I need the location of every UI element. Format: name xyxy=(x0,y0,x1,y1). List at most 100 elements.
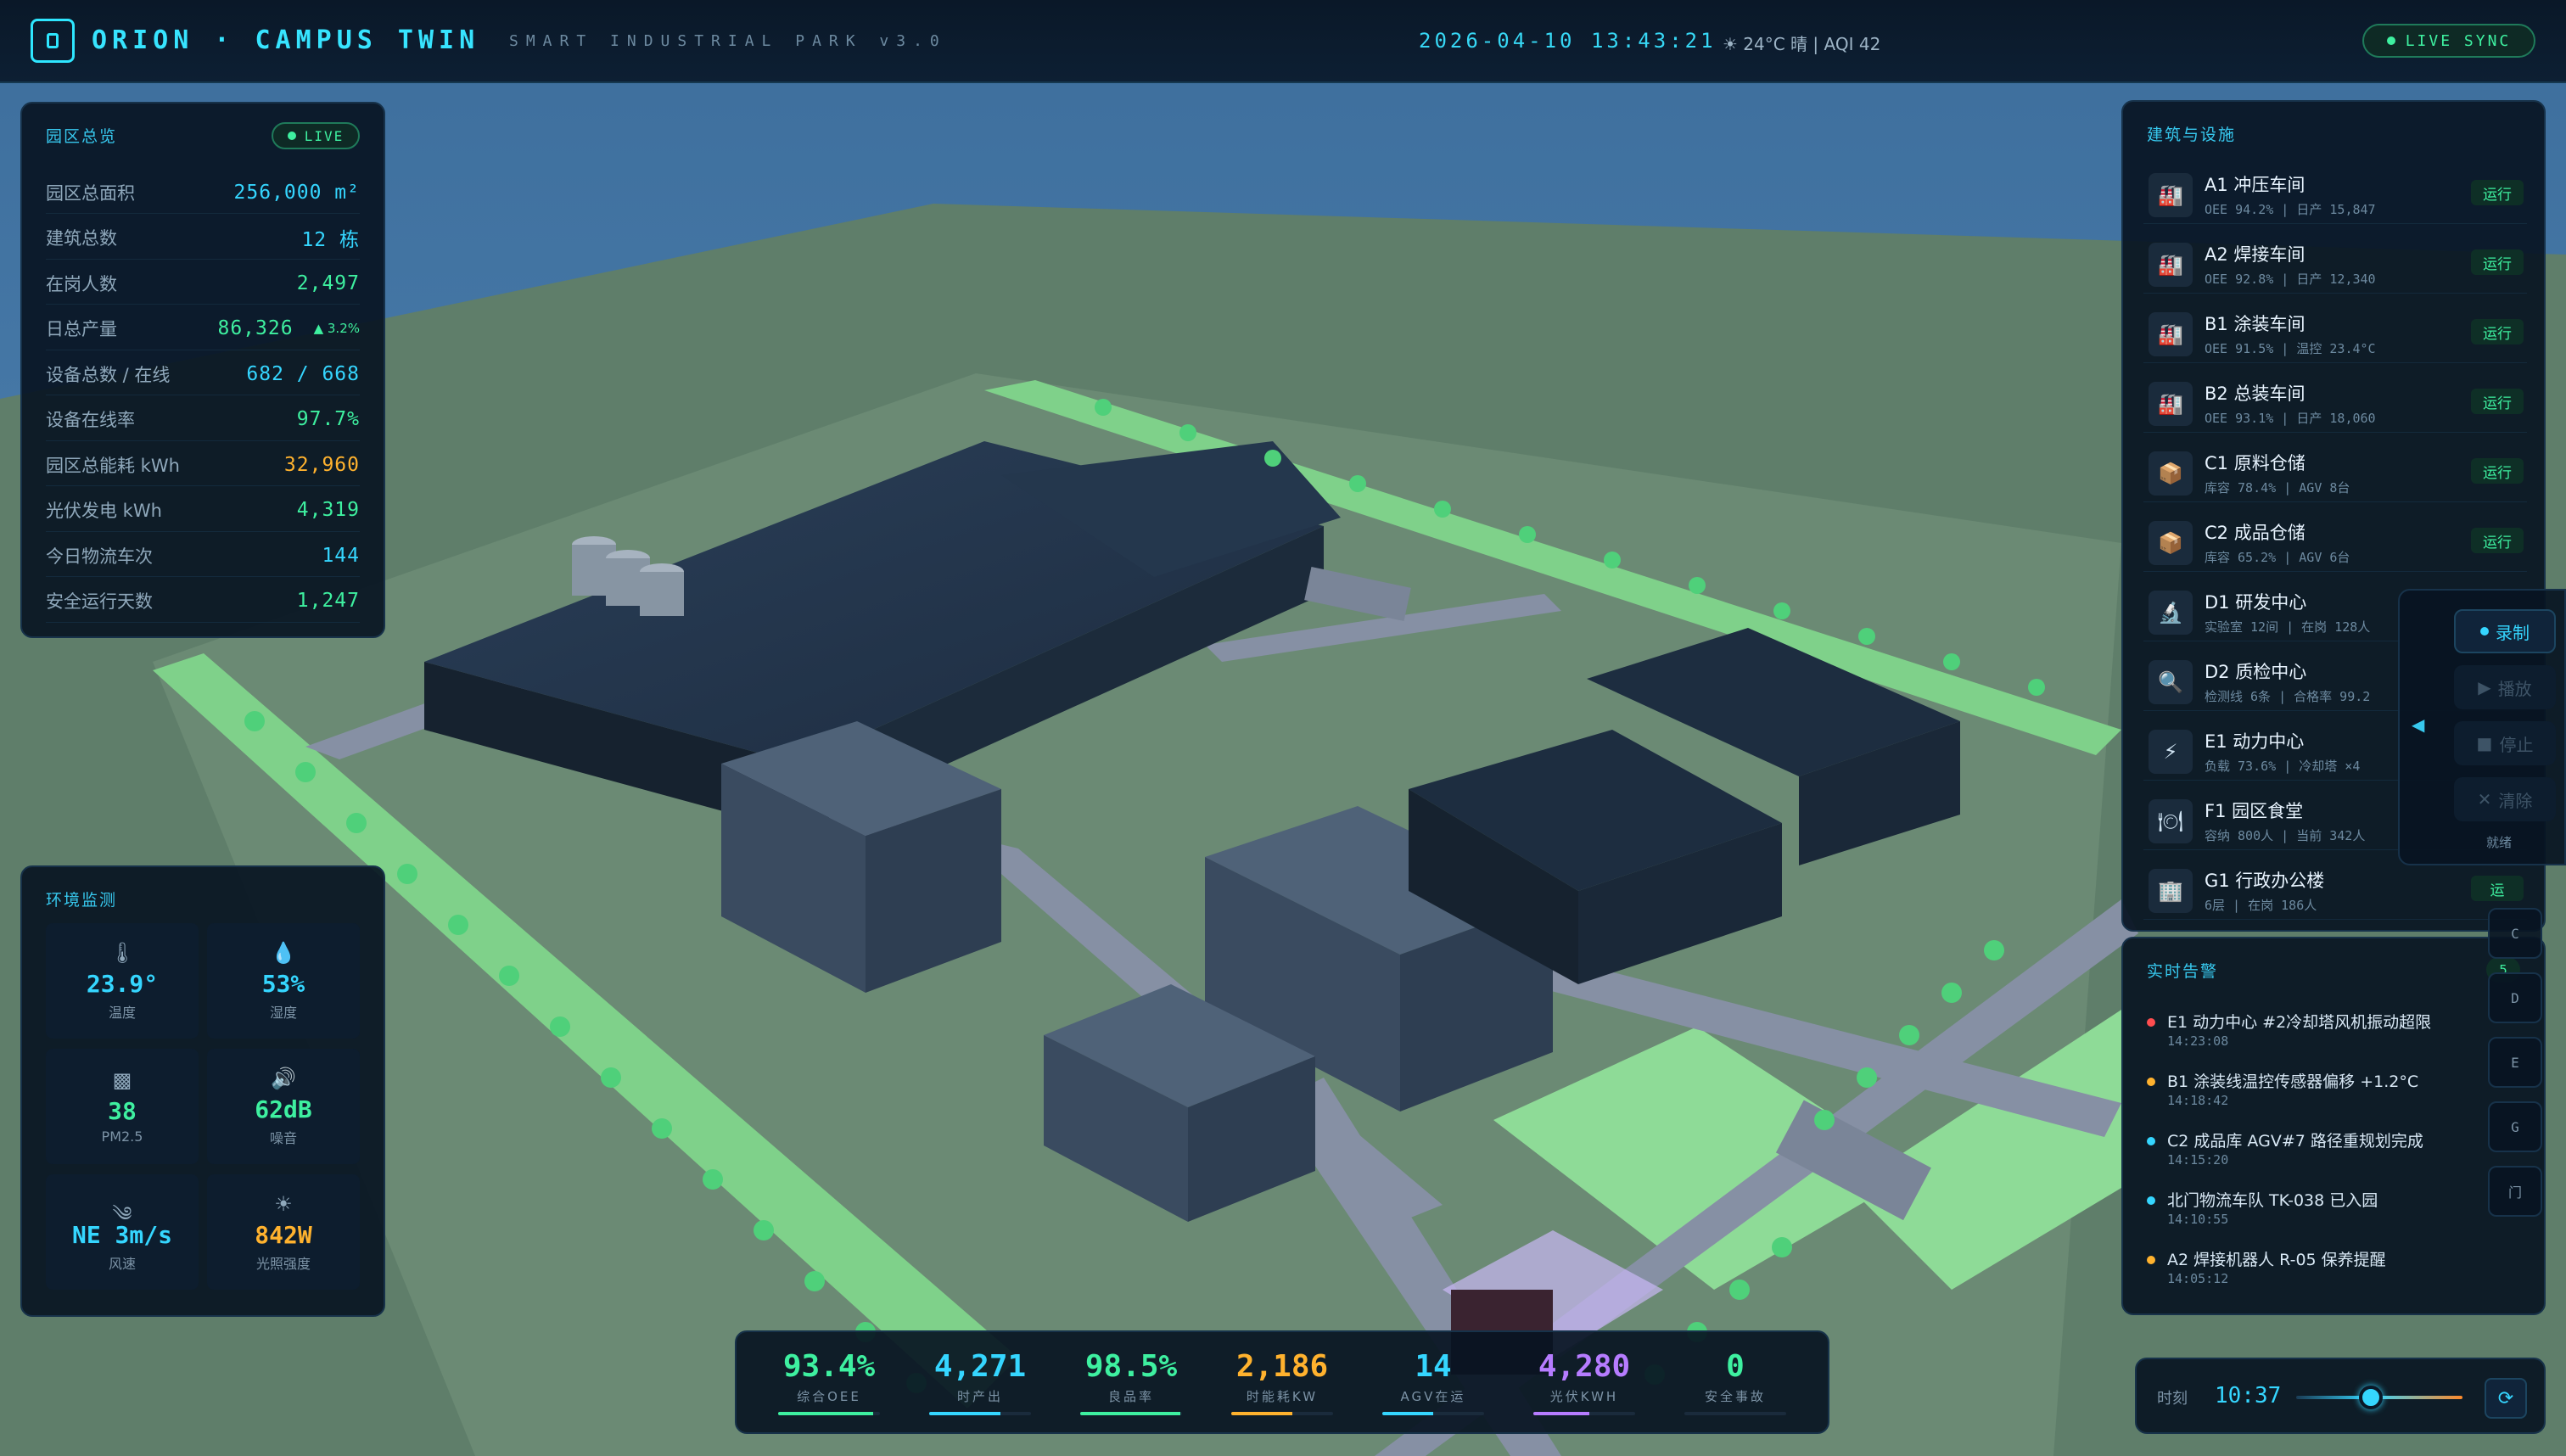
env-metric-value: 53% xyxy=(261,969,305,998)
overview-panel: 园区总览 LIVE 园区总面积 256,000 m² 建筑总数 12 栋在岗人数 2,4… xyxy=(20,102,385,638)
collapse-arrow-icon[interactable]: ◀ xyxy=(2412,714,2430,740)
time-slider-thumb[interactable] xyxy=(2359,1386,2384,1409)
env-metric-label: 噪音 xyxy=(269,1129,297,1146)
play-button[interactable]: ▶ 播放 xyxy=(2454,665,2556,709)
stop-button[interactable]: ■ 停止 xyxy=(2454,721,2556,765)
floor-tab[interactable]: D xyxy=(2488,972,2542,1023)
logo-icon xyxy=(31,19,75,63)
floor-tab[interactable]: 门 xyxy=(2488,1166,2542,1217)
building-metrics: 库容 65.2% | AGV 6台 xyxy=(2205,550,2350,565)
alert-level-dot-icon xyxy=(2147,1078,2155,1086)
kpi-item: 14 AGV在运 xyxy=(1365,1349,1501,1415)
alert-message: B1 涂装线温控传感器偏移 +1.2°C xyxy=(2167,1072,2419,1091)
building-metrics: OEE 93.1% | 日产 18,060 xyxy=(2205,411,2376,426)
refresh-icon: ⟳ xyxy=(2497,1387,2514,1409)
kpi-item: 98.5% 良品率 xyxy=(1063,1349,1199,1415)
clear-button[interactable]: ✕ 清除 xyxy=(2454,777,2556,821)
building-metrics: 负载 73.6% | 冷却塔 ×4 xyxy=(2205,759,2361,774)
stop-icon: ■ xyxy=(2476,733,2493,753)
kpi-bar: 93.4% 综合OEE 4,271 时产出 98.5% 良品率 2,186 时能… xyxy=(735,1330,1829,1434)
alert-item[interactable]: C2 成品库 AGV#7 路径重规划完成 14:15:20 xyxy=(2143,1128,2527,1188)
clear-icon: ✕ xyxy=(2477,789,2492,809)
env-metric-value: 62dB xyxy=(255,1095,312,1123)
building-list-item[interactable]: 🏭 A2 焊接车间 OEE 92.8% | 日产 12,340 运行 xyxy=(2143,229,2527,294)
alert-item[interactable]: E1 动力中心 #2冷却塔风机振动超限 14:23:08 xyxy=(2143,1010,2527,1069)
floor-tab[interactable]: E xyxy=(2488,1037,2542,1088)
reset-time-button[interactable]: ⟳ xyxy=(2485,1378,2527,1419)
kpi-progress-fill xyxy=(1080,1412,1180,1415)
building-status-badge: 运行 xyxy=(2471,249,2524,275)
building-metrics: 检测线 6条 | 合格率 99.2 xyxy=(2205,689,2371,704)
building-name: A1 冲压车间 xyxy=(2205,175,2305,195)
overview-row: 日总产量 86,326 ▲ 3.2% xyxy=(46,308,360,350)
alert-item[interactable]: 北门物流车队 TK-038 已入园 14:10:55 xyxy=(2143,1188,2527,1247)
wind-icon: ༄ xyxy=(112,1201,132,1226)
kpi-progress-bar xyxy=(1382,1412,1484,1415)
overview-row: 在岗人数 2,497 xyxy=(46,262,360,305)
kpi-progress-bar xyxy=(778,1412,880,1415)
floor-tab[interactable]: C xyxy=(2488,908,2542,959)
overview-row-value: 1,247 xyxy=(296,590,360,612)
kpi-progress-bar xyxy=(1231,1412,1333,1415)
building-status-badge: 运行 xyxy=(2471,458,2524,484)
kpi-progress-fill xyxy=(929,1412,1000,1415)
kpi-label: 综合OEE xyxy=(797,1389,861,1404)
building-name: C2 成品仓储 xyxy=(2205,523,2305,543)
alerts-panel: 实时告警 5 E1 动力中心 #2冷却塔风机振动超限 14:23:08 B1 涂… xyxy=(2121,937,2546,1315)
overview-row-label: 光伏发电 kWh xyxy=(46,501,162,521)
overview-row-value: 144 xyxy=(322,544,360,567)
overview-row-label: 设备总数 / 在线 xyxy=(46,364,171,385)
building-name: C1 原料仓储 xyxy=(2205,453,2305,473)
env-metric-card: 🌡 23.9° 温度 xyxy=(46,923,199,1039)
kpi-label: 时能耗KW xyxy=(1246,1389,1319,1404)
overview-row-label: 设备在线率 xyxy=(46,410,135,430)
env-metric-label: PM2.5 xyxy=(101,1128,143,1145)
overview-row-value: 4,319 xyxy=(296,499,360,521)
building-list-item[interactable]: 🏭 B1 涂装车间 OEE 91.5% | 温控 23.4°C 运行 xyxy=(2143,299,2527,363)
overview-row: 设备在线率 97.7% xyxy=(46,399,360,441)
play-label: 播放 xyxy=(2497,678,2532,699)
env-metric-card: 🔊 62dB 噪音 xyxy=(207,1049,360,1164)
env-metric-value: 842W xyxy=(255,1220,312,1249)
overview-row-label: 今日物流车次 xyxy=(46,546,153,567)
alert-item[interactable]: A2 焊接机器人 R-05 保养提醒 14:05:12 xyxy=(2143,1247,2527,1307)
record-button[interactable]: 录制 xyxy=(2454,609,2556,653)
overview-live-badge: LIVE xyxy=(272,122,360,149)
kpi-value: 14 xyxy=(1415,1349,1452,1384)
kpi-value: 0 xyxy=(1726,1349,1745,1384)
live-dot-icon xyxy=(287,132,296,140)
kpi-label: 良品率 xyxy=(1107,1389,1154,1404)
kpi-item: 93.4% 综合OEE xyxy=(761,1349,897,1415)
env-metric-label: 风速 xyxy=(108,1255,136,1272)
env-metric-card: 💧 53% 湿度 xyxy=(207,923,360,1039)
buildings-title: 建筑与设施 xyxy=(2147,126,2237,144)
humidity-icon: 💧 xyxy=(271,940,296,965)
live-sync-badge[interactable]: LIVE SYNC xyxy=(2362,24,2535,58)
building-list-item[interactable]: 📦 C2 成品仓储 库容 65.2% | AGV 6台 运行 xyxy=(2143,507,2527,572)
building-metrics: OEE 92.8% | 日产 12,340 xyxy=(2205,272,2376,287)
building-list-item[interactable]: 🏭 A1 冲压车间 OEE 94.2% | 日产 15,847 运行 xyxy=(2143,160,2527,224)
alert-level-dot-icon xyxy=(2147,1137,2155,1145)
building-list-item[interactable]: 🏭 B2 总装车间 OEE 93.1% | 日产 18,060 运行 xyxy=(2143,368,2527,433)
time-label: 时刻 xyxy=(2157,1390,2188,1408)
kpi-value: 4,271 xyxy=(933,1349,1027,1384)
building-metrics: OEE 91.5% | 温控 23.4°C xyxy=(2205,341,2376,356)
environment-panel: 环境监测 🌡 23.9° 温度 💧 53% 湿度 ▩ 38 PM2.5 🔊 62… xyxy=(20,865,385,1317)
sun-icon: ☀ xyxy=(274,1191,293,1216)
building-name: F1 园区食堂 xyxy=(2205,801,2304,821)
overview-row-label: 在岗人数 xyxy=(46,273,117,294)
env-metric-value: 23.9° xyxy=(86,969,159,998)
factory-icon: 🏭 xyxy=(2149,173,2193,217)
alert-level-dot-icon xyxy=(2147,1196,2155,1205)
alert-time: 14:10:55 xyxy=(2167,1212,2229,1227)
building-list-item[interactable]: 📦 C1 原料仓储 库容 78.4% | AGV 8台 运行 xyxy=(2143,438,2527,502)
play-icon: ▶ xyxy=(2478,677,2491,697)
kpi-label: AGV在运 xyxy=(1400,1389,1466,1404)
building-name: B1 涂装车间 xyxy=(2205,314,2305,334)
time-slider-panel: 时刻 10:37 ⟳ xyxy=(2135,1358,2546,1434)
trend-up-badge: ▲ 3.2% xyxy=(313,321,360,336)
alert-item[interactable]: B1 涂装线温控传感器偏移 +1.2°C 14:18:42 xyxy=(2143,1069,2527,1128)
overview-row: 园区总能耗 kWh 32,960 xyxy=(46,444,360,486)
alert-time: 14:05:12 xyxy=(2167,1271,2229,1286)
floor-tab[interactable]: G xyxy=(2488,1101,2542,1152)
